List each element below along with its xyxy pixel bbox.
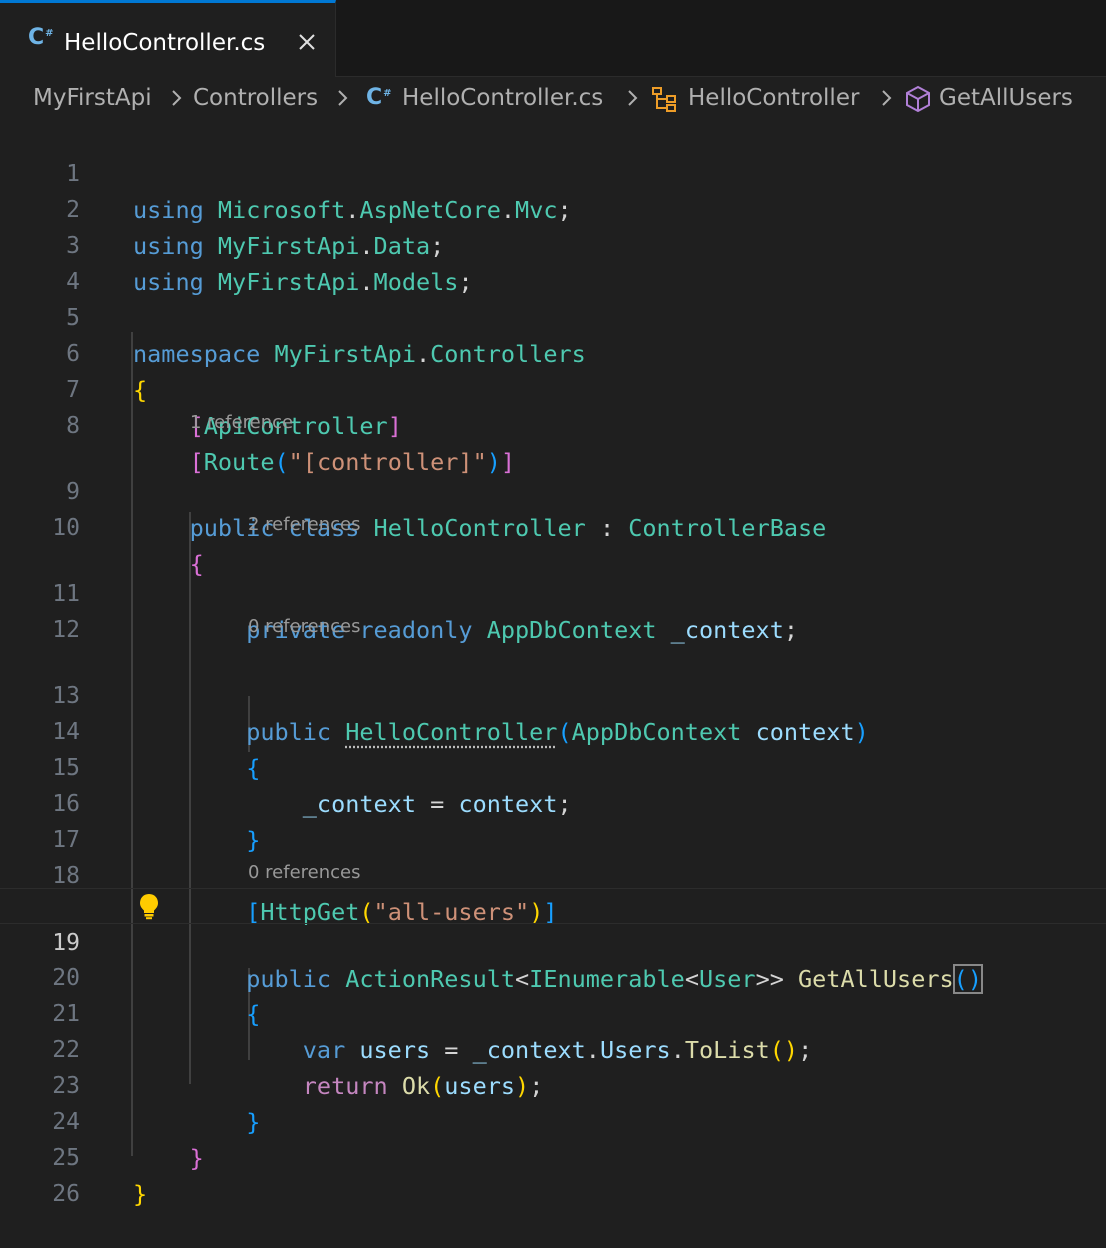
- code-editor[interactable]: 1 using Microsoft.AspNetCore.Mvc; 2 usin…: [0, 120, 1106, 1204]
- tab-bar: C# HelloController.cs: [0, 0, 1106, 77]
- code-line: 6 {: [0, 300, 1106, 336]
- code-line: 22 return Ok(users);: [0, 996, 1106, 1032]
- code-line: 16 }: [0, 750, 1106, 786]
- code-line: 15 _context = context;: [0, 714, 1106, 750]
- code-line: 8 [Route("[controller]")]: [0, 372, 1106, 408]
- chevron-right-icon: [336, 86, 350, 110]
- code-line: 13 public HelloController(AppDbContext c…: [0, 642, 1106, 678]
- code-line: 23 }: [0, 1032, 1106, 1068]
- chevron-right-icon: [880, 86, 894, 110]
- code-line: 7 [ApiController]: [0, 336, 1106, 372]
- code-line-current: 19 public ActionResult<IEnumerable<User>…: [0, 888, 1106, 924]
- code-line: 14 {: [0, 678, 1106, 714]
- code-line: 21 var users = _context.Users.ToList();: [0, 960, 1106, 996]
- method-symbol-icon: [904, 84, 932, 114]
- code-line: 4: [0, 228, 1106, 264]
- chevron-right-icon: [170, 86, 184, 110]
- breadcrumb-class[interactable]: HelloController: [688, 85, 859, 111]
- tab-hellocontroller[interactable]: C# HelloController.cs: [0, 0, 336, 77]
- breadcrumb-method[interactable]: GetAllUsers: [939, 85, 1073, 111]
- close-icon[interactable]: [296, 31, 318, 53]
- code-line: 1 using Microsoft.AspNetCore.Mvc;: [0, 120, 1106, 156]
- tab-label: HelloController.cs: [64, 30, 265, 56]
- line-number: 26: [0, 1176, 80, 1212]
- csharp-file-icon: C#: [28, 27, 54, 49]
- code-line: 5 namespace MyFirstApi.Controllers: [0, 264, 1106, 300]
- code-line: 9 public class HelloController : Control…: [0, 438, 1106, 474]
- codelens-references[interactable]: 2 references: [248, 512, 361, 538]
- csharp-file-icon: C#: [366, 87, 392, 109]
- breadcrumb: MyFirstApi Controllers C# HelloControlle…: [0, 78, 1106, 122]
- code-line: 3 using MyFirstApi.Models;: [0, 192, 1106, 228]
- code-line: 24 }: [0, 1068, 1106, 1104]
- code-line: 2 using MyFirstApi.Data;: [0, 156, 1106, 192]
- chevron-right-icon: [626, 86, 640, 110]
- code-line: 26: [0, 1140, 1106, 1176]
- code-line: 20 {: [0, 924, 1106, 960]
- codelens-references[interactable]: 1 reference: [190, 410, 293, 436]
- code-line: 17: [0, 786, 1106, 822]
- codelens-references[interactable]: 0 references: [248, 614, 361, 640]
- breadcrumb-file[interactable]: HelloController.cs: [402, 85, 603, 111]
- code-line: 11 private readonly AppDbContext _contex…: [0, 540, 1106, 576]
- codelens-references[interactable]: 0 references: [248, 860, 361, 886]
- breadcrumb-folder[interactable]: Controllers: [193, 85, 318, 111]
- breadcrumb-project[interactable]: MyFirstApi: [33, 85, 152, 111]
- code-line: 10 {: [0, 474, 1106, 510]
- code-line: 18 [HttpGet("all-users")]: [0, 822, 1106, 858]
- class-symbol-icon: [650, 84, 680, 114]
- code-line: 25 }: [0, 1104, 1106, 1140]
- code-line: 12: [0, 576, 1106, 612]
